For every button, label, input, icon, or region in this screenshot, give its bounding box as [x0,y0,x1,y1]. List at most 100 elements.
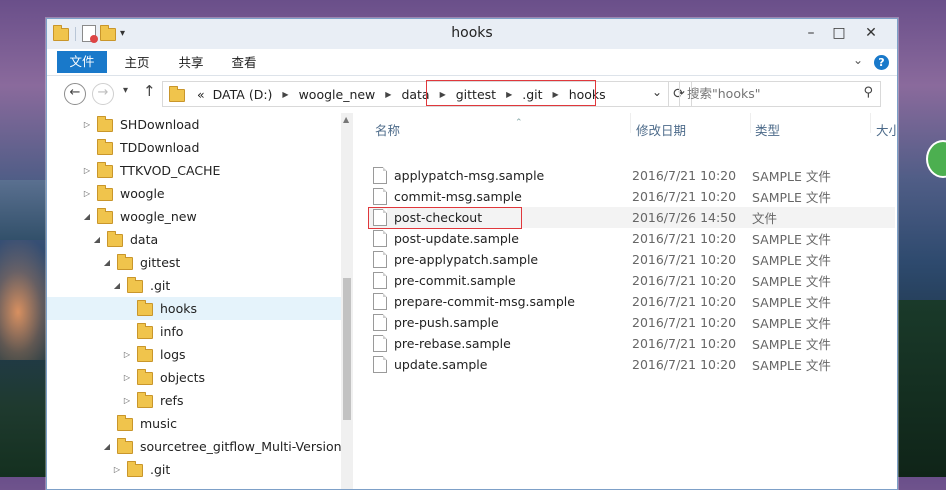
file-row[interactable]: update.sample 2016/7/21 10:20 SAMPLE 文件 [369,354,895,375]
file-type: SAMPLE 文件 [752,358,831,373]
chevron-right-icon[interactable]: ▶ [282,90,288,99]
tree-item-refs[interactable]: ▷ refs [47,389,341,412]
tree-item-logs[interactable]: ▷ logs [47,343,341,366]
window-title: hooks [451,25,493,41]
tree-item-git[interactable]: ◢ .git [47,274,341,297]
file-row[interactable]: commit-msg.sample 2016/7/21 10:20 SAMPLE 文… [369,186,895,207]
breadcrumb-overflow[interactable]: « [197,87,205,102]
tree-item-label: TTKVOD_CACHE [120,163,221,178]
expand-arrow-icon[interactable]: ▷ [121,396,133,405]
column-header-type[interactable]: 类型 [755,120,780,139]
sort-ascending-icon: ⌃ [515,118,523,128]
file-date: 2016/7/26 14:50 [632,210,737,225]
file-name: pre-rebase.sample [394,336,511,351]
collapse-arrow-icon[interactable]: ◢ [91,235,103,244]
help-icon[interactable]: ? [874,55,889,70]
file-date: 2016/7/21 10:20 [632,294,737,309]
file-name: post-update.sample [394,231,519,246]
file-name: prepare-commit-msg.sample [394,294,575,309]
recent-locations-dropdown-icon[interactable]: ▾ [123,85,128,96]
tab-file[interactable]: 文件 [57,51,107,73]
scroll-up-arrow-icon[interactable]: ▲ [343,115,349,124]
tree-item-hooks[interactable]: hooks [47,297,341,320]
file-row[interactable]: pre-push.sample 2016/7/21 10:20 SAMPLE 文件 [369,312,895,333]
tree-item-gittest[interactable]: ◢ gittest [47,251,341,274]
file-name: applypatch-msg.sample [394,168,545,183]
minimize-button[interactable]: – [797,21,825,45]
file-row[interactable]: prepare-commit-msg.sample 2016/7/21 10:20… [369,291,895,312]
forward-arrow-icon[interactable]: → [92,83,114,105]
collapse-arrow-icon[interactable]: ◢ [111,281,123,290]
maximize-button[interactable]: □ [825,21,853,45]
folder-icon [137,369,153,385]
tree-item-info[interactable]: info [47,320,341,343]
column-divider[interactable] [870,113,871,133]
explorer-window: ▾ hooks – □ ✕ 文件 主页 共享 查看 ⌄ ? ← → ▾ ↑ « … [46,18,898,490]
file-row[interactable]: pre-applypatch.sample 2016/7/21 10:20 SAMP… [369,249,895,270]
tree-item-data[interactable]: ◢ data [47,228,341,251]
tree-item-sourcetree[interactable]: ◢ sourcetree_gitflow_Multi-Version-C [47,435,341,458]
chevron-down-icon[interactable]: ⌄ [853,53,863,67]
tree-item-label: objects [160,370,206,385]
tab-home[interactable]: 主页 [123,52,151,74]
navigation-pane: ▷ SHDownload TDDownload ▷ TTKVOD_CACHE ▷ wo… [47,113,341,489]
tree-item-ttkvod-cache[interactable]: ▷ TTKVOD_CACHE [47,159,341,182]
file-row[interactable]: applypatch-msg.sample 2016/7/21 10:20 SAMP… [369,165,895,186]
column-divider[interactable] [750,113,751,133]
breadcrumb-data-drive[interactable]: DATA (D:) [213,87,273,102]
file-icon [373,167,387,184]
collapse-arrow-icon[interactable]: ◢ [81,212,93,221]
tree-item-woogle[interactable]: ▷ woogle [47,182,341,205]
file-date: 2016/7/21 10:20 [632,315,737,330]
address-history-dropdown-icon[interactable]: ⌄ [652,85,662,99]
column-header-name[interactable]: 名称 ⌃ [375,118,523,139]
breadcrumb-woogle-new[interactable]: woogle_new [299,87,376,102]
folder-icon [127,277,143,293]
tree-item-shdownload[interactable]: ▷ SHDownload [47,113,341,136]
expand-arrow-icon[interactable]: ▷ [81,189,93,198]
desktop-app-icon[interactable] [926,140,946,178]
expand-arrow-icon[interactable]: ▷ [81,120,93,129]
tree-item-music[interactable]: music [47,412,341,435]
path-highlight-box [426,80,596,106]
chevron-right-icon[interactable]: ▶ [385,90,391,99]
tab-view[interactable]: 查看 [230,52,258,74]
tree-item-label: logs [160,347,186,362]
file-icon [373,188,387,205]
tab-share[interactable]: 共享 [177,52,205,74]
tree-item-label: .git [150,462,171,477]
close-button[interactable]: ✕ [857,21,885,45]
file-icon [373,335,387,352]
tree-item-label: info [160,324,184,339]
folder-icon [97,139,113,155]
search-box[interactable]: ⚲ [679,81,881,107]
tree-item-label: .git [150,278,171,293]
back-arrow-icon[interactable]: ← [64,83,86,105]
collapse-arrow-icon[interactable]: ◢ [101,442,113,451]
magnifier-icon[interactable]: ⚲ [863,85,873,100]
tree-item-tddownload[interactable]: TDDownload [47,136,341,159]
expand-arrow-icon[interactable]: ▷ [81,166,93,175]
navigation-bar: ← → ▾ ↑ « DATA (D:) ▶ woogle_new ▶ data … [47,76,897,112]
tree-item-woogle-new[interactable]: ◢ woogle_new [47,205,341,228]
file-type: SAMPLE 文件 [752,232,831,247]
up-arrow-icon[interactable]: ↑ [143,82,156,100]
search-input[interactable] [680,82,847,104]
tree-item-git-2[interactable]: ▷ .git [47,458,341,481]
folder-icon [137,300,153,316]
tree-item-label: hooks [160,301,197,316]
navigation-scrollbar[interactable]: ▲ [341,113,353,489]
folder-icon [169,85,185,102]
expand-arrow-icon[interactable]: ▷ [111,465,123,474]
file-row[interactable]: pre-rebase.sample 2016/7/21 10:20 SAMPLE 文… [369,333,895,354]
file-row[interactable]: post-update.sample 2016/7/21 10:20 SAMPLE … [369,228,895,249]
scrollbar-thumb[interactable] [343,278,351,420]
column-divider[interactable] [630,113,631,133]
file-row[interactable]: pre-commit.sample 2016/7/21 10:20 SAMPLE 文… [369,270,895,291]
column-header-date[interactable]: 修改日期 [636,120,686,139]
collapse-arrow-icon[interactable]: ◢ [101,258,113,267]
tree-item-objects[interactable]: ▷ objects [47,366,341,389]
expand-arrow-icon[interactable]: ▷ [121,373,133,382]
expand-arrow-icon[interactable]: ▷ [121,350,133,359]
column-header-size[interactable]: 大小 [876,120,897,139]
